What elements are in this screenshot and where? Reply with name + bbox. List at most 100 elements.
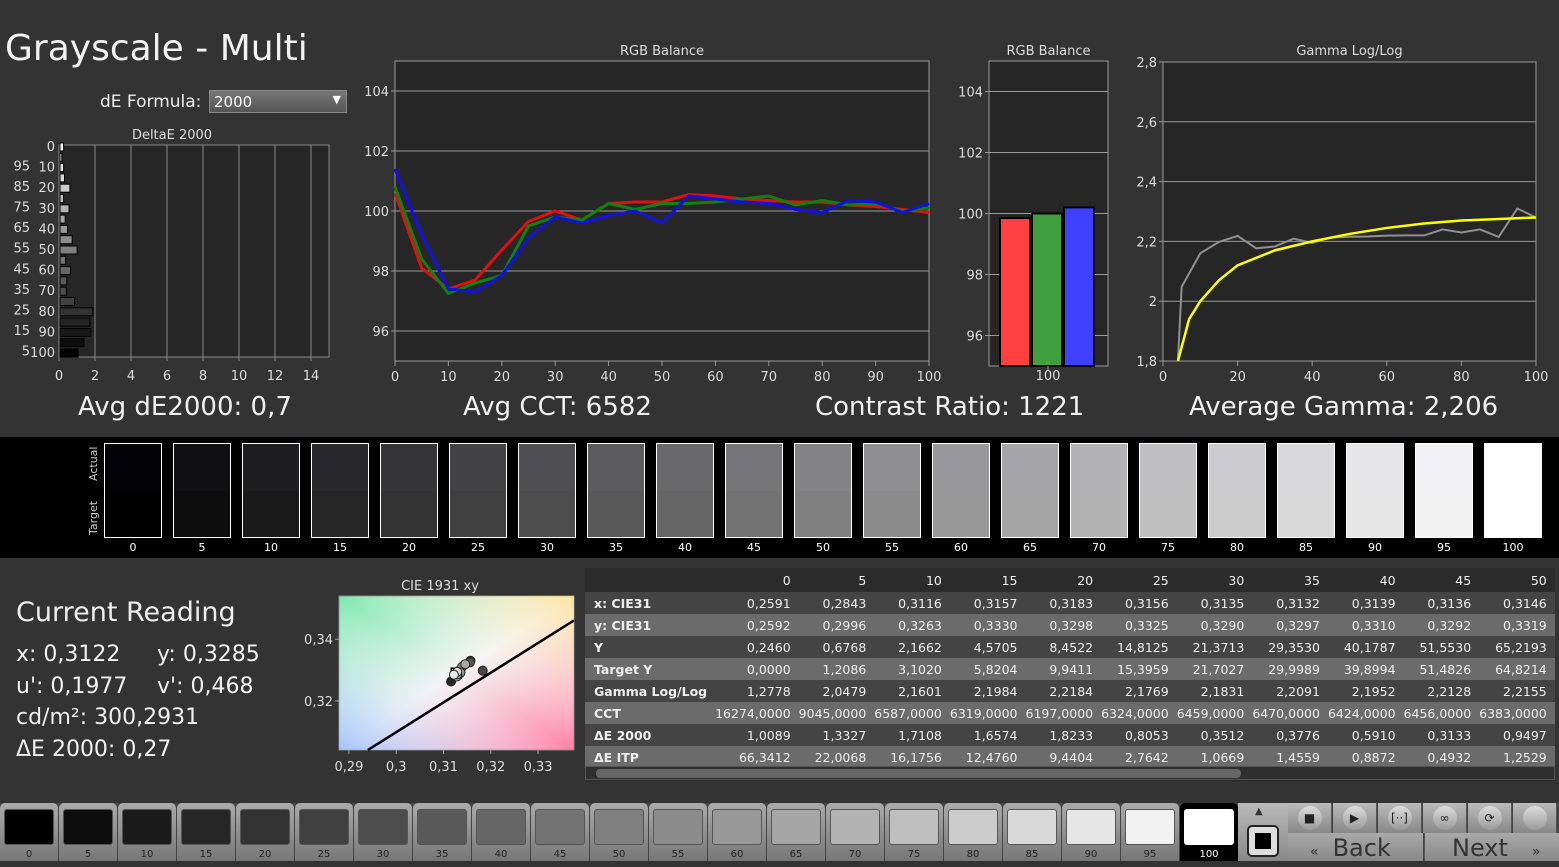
table-cell: 1,6574 [973, 727, 1018, 743]
table-cell: 0,3139 [1351, 595, 1396, 611]
y-tick-label: 102 [958, 147, 983, 162]
row-label: Gamma Log/Log [594, 683, 708, 699]
x-tick-label: 60 [1379, 370, 1396, 385]
column-header: 30 [1172, 568, 1249, 592]
patch-button-65[interactable]: 65 [767, 803, 825, 861]
chart-title: CIE 1931 xy [401, 579, 479, 594]
stop-icon: ■ [1297, 806, 1322, 830]
refresh-icon: ⟳ [1477, 806, 1502, 830]
patch-color [476, 809, 526, 845]
stop-toggle-button[interactable]: ▲ [1238, 803, 1288, 861]
deltae-bar [59, 348, 79, 358]
patch-button-5[interactable]: 5 [59, 803, 117, 861]
patch-button-80[interactable]: 80 [944, 803, 1002, 861]
patch-button-95[interactable]: 95 [1121, 803, 1179, 861]
table-cell: 0,3776 [1276, 727, 1320, 743]
table-cell: 1,2778 [746, 683, 791, 699]
patch-button-40[interactable]: 40 [472, 803, 530, 861]
infinity-button[interactable]: ∞ [1423, 803, 1467, 833]
de-formula-select[interactable]: 2000 ▼ [209, 90, 347, 113]
patch-button-50[interactable]: 50 [590, 803, 648, 861]
gray-swatch [656, 443, 714, 538]
gray-swatch [380, 443, 438, 538]
table-cell: 0,8053 [1124, 727, 1169, 743]
current-reading-title: Current Reading [16, 597, 236, 628]
patch-button-75[interactable]: 75 [885, 803, 943, 861]
patch-button-35[interactable]: 35 [413, 803, 471, 861]
column-header: 15 [945, 568, 1022, 592]
table-cell: 9,9411 [1049, 661, 1094, 677]
y-tick-label: 75 [13, 201, 30, 216]
table-cell: 0,3290 [1200, 617, 1245, 633]
target-color [381, 490, 437, 537]
table-cell: 21,3713 [1192, 639, 1245, 655]
patch-button-25[interactable]: 25 [295, 803, 353, 861]
patch-button-55[interactable]: 55 [649, 803, 707, 861]
patch-label: 60 [730, 849, 744, 860]
next-button[interactable]: Next » [1424, 833, 1559, 862]
swatch-label: 55 [885, 541, 899, 554]
row-label: x: CIE31 [594, 595, 652, 611]
target-color [933, 490, 989, 537]
table-cell: 2,2163 [1551, 680, 1555, 702]
patch-button-45[interactable]: 45 [531, 803, 589, 861]
record-icon [1522, 806, 1547, 830]
patch-button-30[interactable]: 30 [354, 803, 412, 861]
x-tick-label: 100 [1524, 370, 1549, 385]
table-cell: 2,1769 [1124, 683, 1169, 699]
header-corner [585, 568, 712, 592]
bracket-button[interactable]: [··] [1378, 803, 1422, 833]
patch-button-70[interactable]: 70 [826, 803, 884, 861]
patch-button-15[interactable]: 15 [177, 803, 235, 861]
stop-button[interactable]: ■ [1288, 803, 1332, 833]
table-scrollbar[interactable] [585, 766, 1555, 780]
gray-swatch [1139, 443, 1197, 538]
table-cell: 1,7108 [898, 727, 942, 743]
table-cell: 0,3330 [973, 617, 1018, 633]
table-cell: 6459,0000 [1176, 705, 1245, 721]
x-tick-label: 0,29 [334, 760, 363, 775]
patch-button-90[interactable]: 90 [1062, 803, 1120, 861]
contrast-ratio-stat: Contrast Ratio: 1221 [815, 392, 1085, 422]
swatch-label: 0 [129, 541, 137, 554]
swatch-label: 50 [816, 541, 830, 554]
row-label: Y [594, 639, 604, 655]
patch-button-0[interactable]: 0 [0, 803, 58, 861]
scrollbar-thumb[interactable] [596, 769, 1241, 778]
play-button[interactable]: ▶ [1333, 803, 1377, 833]
gray-swatch [794, 443, 852, 538]
patch-color [358, 809, 408, 845]
x-tick-label: 12 [267, 369, 284, 384]
table-cell: 65,2193 [1495, 639, 1547, 655]
back-button[interactable]: « Back [1288, 833, 1423, 862]
table-cell: 40,1787 [1343, 639, 1396, 655]
patch-button-20[interactable]: 20 [236, 803, 294, 861]
target-color [726, 490, 782, 537]
table-cell: 0,3133 [1427, 727, 1472, 743]
y-tick-label: 1,8 [1136, 355, 1157, 370]
y-tick-label: 0,34 [304, 633, 333, 648]
x-tick-label: 60 [707, 370, 724, 385]
deltae-bar [59, 317, 91, 327]
data-table: 05101520253035404550556065x: CIE310,2591… [585, 568, 1555, 781]
patch-label: 35 [435, 849, 449, 860]
patch-button-85[interactable]: 85 [1003, 803, 1061, 861]
record-button[interactable] [1513, 803, 1557, 833]
swatch-label: 25 [471, 541, 485, 554]
deltae-bar [59, 266, 72, 276]
refresh-button[interactable]: ⟳ [1468, 803, 1512, 833]
table-cell: 12,4760 [965, 749, 1018, 765]
avg-gamma-stat: Average Gamma: 2,206 [1189, 392, 1499, 422]
column-header: 45 [1399, 568, 1476, 592]
de-formula-value: 2000 [214, 93, 253, 111]
double-right-icon: » [1531, 844, 1541, 860]
patch-button-60[interactable]: 60 [708, 803, 766, 861]
patch-button-10[interactable]: 10 [118, 803, 176, 861]
table-cell: 0,3116 [898, 595, 942, 611]
swatch-label: 20 [402, 541, 416, 554]
x-tick-label: 10 [231, 369, 248, 384]
row-label: Target Y [594, 661, 653, 677]
actual-color [657, 444, 713, 491]
deltae-bar [59, 214, 66, 224]
patch-button-100[interactable]: 100 [1180, 803, 1238, 861]
